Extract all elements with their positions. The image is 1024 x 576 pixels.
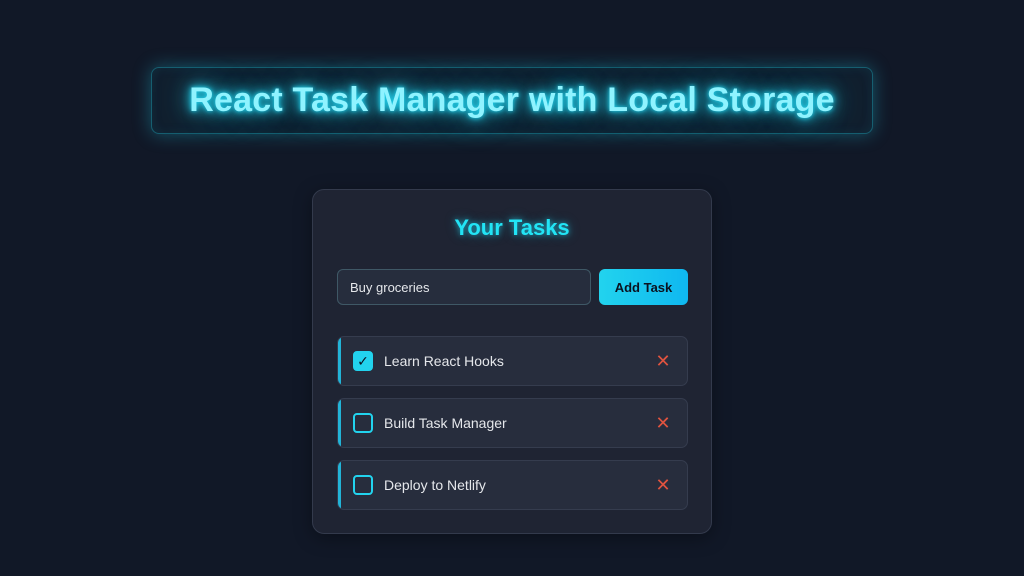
page-title: React Task Manager with Local Storage: [189, 81, 835, 119]
task-input[interactable]: [337, 269, 591, 305]
header-banner: React Task Manager with Local Storage: [151, 67, 873, 134]
delete-task-button[interactable]: ✕: [653, 350, 673, 372]
task-text: Learn React Hooks: [384, 353, 504, 369]
close-icon: ✕: [655, 474, 671, 495]
task-accent-bar: [338, 337, 341, 385]
close-icon: ✕: [655, 412, 671, 433]
task-checkbox-checked[interactable]: ✓: [353, 351, 373, 371]
task-item: ✓ Learn React Hooks ✕: [337, 336, 688, 386]
task-checkbox[interactable]: [353, 413, 373, 433]
close-icon: ✕: [655, 350, 671, 371]
task-checkbox[interactable]: [353, 475, 373, 495]
task-item: Build Task Manager ✕: [337, 398, 688, 448]
delete-task-button[interactable]: ✕: [653, 412, 673, 434]
task-accent-bar: [338, 461, 341, 509]
delete-task-button[interactable]: ✕: [653, 474, 673, 496]
task-accent-bar: [338, 399, 341, 447]
add-task-button[interactable]: Add Task: [599, 269, 688, 305]
card-title: Your Tasks: [454, 215, 570, 240]
checkmark-icon: ✓: [357, 352, 369, 369]
task-text: Build Task Manager: [384, 415, 507, 431]
task-item: Deploy to Netlify ✕: [337, 460, 688, 510]
task-card: Your Tasks Add Task ✓ Learn React Hooks …: [312, 189, 712, 534]
task-text: Deploy to Netlify: [384, 477, 486, 493]
task-list: ✓ Learn React Hooks ✕ Build Task Manager…: [337, 336, 688, 522]
